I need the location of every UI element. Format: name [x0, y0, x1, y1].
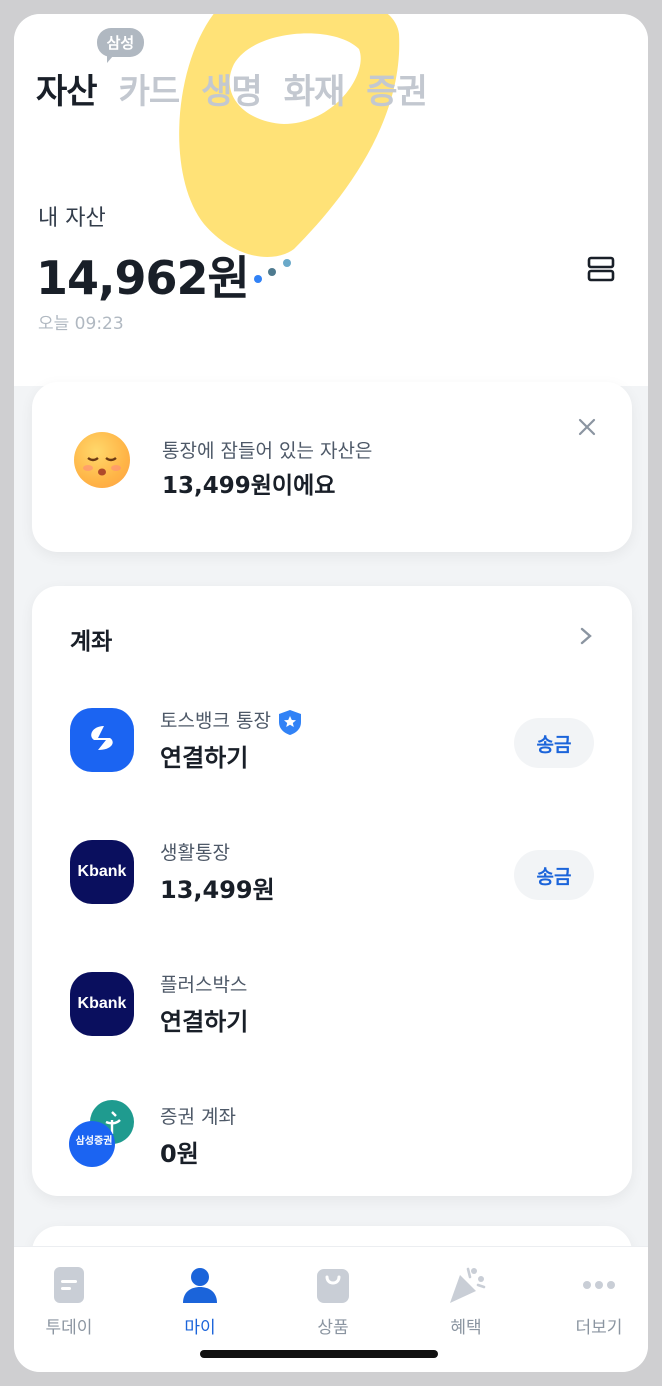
account-name-text: 토스뱅크 통장 — [160, 710, 271, 732]
dormant-assets-notice[interactable]: 통장에 잠들어 있는 자산은 13,499원이에요 — [32, 382, 632, 552]
account-row-plusbox[interactable]: Kbank 플러스박스 연결하기 — [32, 960, 632, 1052]
today-icon — [54, 1267, 84, 1303]
assets-header: 자산 삼성 카드 생명 화재 증권 내 자산 14,962원 오늘 09:23 — [14, 14, 648, 386]
account-value: 13,499원 — [160, 876, 275, 904]
phone-screen: 자산 삼성 카드 생명 화재 증권 내 자산 14,962원 오늘 09:23 — [14, 14, 648, 1372]
samsung-securities-logo-text: 삼성증권 — [75, 1136, 113, 1147]
tab-card-badge: 삼성 — [96, 28, 145, 63]
account-name: 토스뱅크 통장 — [160, 706, 303, 736]
account-name: 증권 계좌 — [160, 1106, 236, 1128]
nav-products[interactable]: 상품 — [278, 1265, 388, 1338]
nav-label: 혜택 — [450, 1318, 482, 1338]
account-row-securities[interactable]: 삼성증권 증권 계좌 0원 — [32, 1092, 632, 1184]
home-indicator[interactable] — [200, 1350, 438, 1358]
account-value: 연결하기 — [160, 1008, 249, 1036]
account-row-tossbank[interactable]: 토스뱅크 통장 연결하기 송금 — [32, 696, 632, 788]
send-button[interactable]: 송금 — [514, 850, 594, 900]
send-button[interactable]: 송금 — [514, 718, 594, 768]
accounts-title: 계좌 — [70, 629, 113, 655]
my-assets-label: 내 자산 — [38, 206, 106, 231]
category-tabs: 자산 삼성 카드 생명 화재 증권 — [36, 28, 428, 113]
tab-card[interactable]: 카드 — [119, 72, 181, 112]
accounts-card: 계좌 토스뱅크 통장 연결하기 송금 Kbank 생활통장 13,499원 송금… — [32, 586, 632, 1196]
toss-bank-logo-icon — [70, 708, 134, 772]
person-icon — [183, 1268, 217, 1303]
notice-line-2: 13,499원이에요 — [162, 473, 336, 499]
kbank-logo-icon: Kbank — [70, 840, 134, 904]
chevron-right-icon[interactable] — [578, 626, 594, 646]
notice-line-1: 통장에 잠들어 있는 자산은 — [162, 440, 373, 462]
verified-shield-icon — [278, 709, 301, 735]
tab-card-wrap: 삼성 카드 — [96, 28, 181, 113]
close-icon[interactable] — [576, 416, 598, 438]
nav-label: 투데이 — [45, 1318, 93, 1338]
bag-icon — [317, 1269, 349, 1303]
party-icon — [450, 1267, 486, 1303]
list-view-icon[interactable] — [586, 254, 616, 284]
account-row-living[interactable]: Kbank 생활통장 13,499원 송금 — [32, 828, 632, 920]
kbank-logo-icon: Kbank — [70, 972, 134, 1036]
more-icon — [583, 1281, 615, 1289]
assets-updated-time: 오늘 09:23 — [38, 314, 124, 334]
sleepy-face-icon — [74, 432, 130, 488]
my-assets-value: 14,962원 — [36, 251, 250, 305]
loading-dots-icon — [254, 259, 291, 283]
tab-securities[interactable]: 증권 — [366, 64, 428, 113]
account-value: 연결하기 — [160, 744, 249, 772]
nav-more[interactable]: 더보기 — [544, 1265, 648, 1338]
nav-label: 더보기 — [575, 1318, 623, 1338]
nav-my[interactable]: 마이 — [145, 1265, 255, 1338]
account-name: 플러스박스 — [160, 974, 248, 996]
account-value: 0원 — [160, 1140, 199, 1168]
tab-assets[interactable]: 자산 — [36, 64, 98, 113]
tab-fire[interactable]: 화재 — [284, 64, 346, 113]
samsung-securities-logo-icon: 삼성증권 — [69, 1100, 134, 1168]
tab-life[interactable]: 생명 — [201, 64, 263, 113]
nav-label: 마이 — [184, 1318, 216, 1338]
nav-label: 상품 — [317, 1318, 349, 1338]
nav-today[interactable]: 투데이 — [14, 1265, 124, 1338]
account-name: 생활통장 — [160, 842, 230, 864]
nav-benefits[interactable]: 혜택 — [411, 1265, 521, 1338]
